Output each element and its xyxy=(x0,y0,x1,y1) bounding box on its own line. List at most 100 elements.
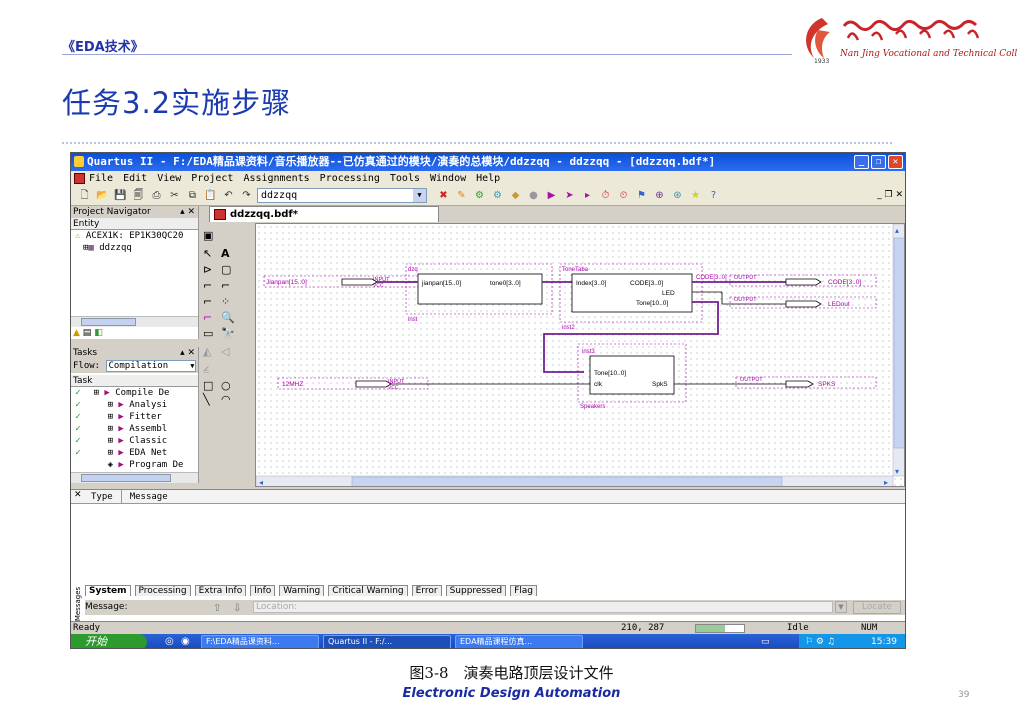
task-row[interactable]: ✓ ⊞ ▶ Analysi xyxy=(71,399,198,411)
output-pin-led[interactable]: OUTPUT LEDout xyxy=(729,296,877,309)
expand-icon[interactable]: ⊞ xyxy=(85,447,113,459)
undo-icon[interactable]: ↶ xyxy=(221,189,236,203)
output-pin-code[interactable]: OUTPUT CODE[3..0] xyxy=(729,274,877,287)
cut-icon[interactable]: ✂ xyxy=(167,189,182,203)
timing-analyzer-icon[interactable]: ⏱ xyxy=(598,189,613,203)
horizontal-scrollbar[interactable] xyxy=(71,472,198,483)
open-folder-icon[interactable]: 📂 xyxy=(95,189,110,203)
quick-launch-browser-icon[interactable]: ◉ xyxy=(181,634,190,648)
help-icon[interactable]: ? xyxy=(706,189,721,203)
document-tab[interactable]: ddzzqq.bdf* xyxy=(209,206,439,222)
expand-icon[interactable]: ⊞ xyxy=(85,423,113,435)
mdi-controls[interactable]: _ ❐ ✕ xyxy=(877,190,903,200)
menu-view[interactable]: View xyxy=(157,171,181,186)
chevron-down-icon[interactable]: ▼ xyxy=(413,189,426,202)
menu-help[interactable]: Help xyxy=(476,171,500,186)
quick-launch-ie-icon[interactable]: ◎ xyxy=(165,634,174,648)
task-row[interactable]: ✓ ⊞ ▶ Compile De xyxy=(71,387,198,399)
new-file-icon[interactable]: 🗋 xyxy=(77,189,92,203)
block-tonetaba[interactable]: ToneTaba Index[3..0] CODE[3..0] LED Tone… xyxy=(559,263,703,331)
simulator-icon[interactable]: ⏲ xyxy=(616,189,631,203)
project-combo[interactable]: ddzzqq ▼ xyxy=(257,188,427,203)
scroll-down-icon[interactable]: ▾ xyxy=(895,467,899,476)
orthogonal-bus-icon[interactable]: ⌐ xyxy=(221,279,230,292)
menu-file[interactable]: File xyxy=(89,171,113,186)
rubberbanding-icon[interactable]: ⁘ xyxy=(221,295,230,308)
assignment-editor-icon[interactable]: ✖ xyxy=(436,189,451,203)
settings-icon[interactable]: ⚙ xyxy=(472,189,487,203)
menu-processing[interactable]: Processing xyxy=(320,171,380,186)
locate-button[interactable]: Locate xyxy=(853,601,901,614)
text-tool-icon[interactable]: A xyxy=(221,247,230,260)
rtl-viewer-icon[interactable]: ⚑ xyxy=(634,189,649,203)
arc-tool-icon[interactable]: ◠ xyxy=(221,393,231,406)
paste-icon[interactable]: 📋 xyxy=(203,189,218,203)
tab-error[interactable]: Error xyxy=(411,585,442,596)
menu-window[interactable]: Window xyxy=(430,171,466,186)
menu-project[interactable]: Project xyxy=(191,171,233,186)
redo-icon[interactable]: ↷ xyxy=(239,189,254,203)
task-row[interactable]: ✓ ⊞ ▶ Assembl xyxy=(71,423,198,435)
hierarchy-tab-icon[interactable]: ▲ xyxy=(73,328,80,338)
previous-message-icon[interactable]: ⇧ xyxy=(213,601,221,616)
tab-processing[interactable]: Processing xyxy=(134,585,191,596)
tray-icons[interactable]: ⚐ ⚙ ♫ xyxy=(805,637,835,647)
entity-row[interactable]: ⊞▦ ddzzqq xyxy=(71,242,198,254)
full-screen-icon[interactable]: ▭ xyxy=(203,327,213,340)
task-row[interactable]: ✓ ⊞ ▶ EDA Net xyxy=(71,447,198,459)
menu-assignments[interactable]: Assignments xyxy=(243,171,309,186)
flip-horizontal-icon[interactable]: ◭ xyxy=(203,345,211,358)
panel-close-icon[interactable]: ✕ xyxy=(74,490,82,500)
schematic-canvas[interactable]: Jianpan[15..0] INPUT VCC dzq jianpan[15.… xyxy=(255,223,905,487)
detach-window-icon[interactable]: ▣ xyxy=(203,229,213,242)
input-pin-clock[interactable]: 12MHZ INPUT VCC xyxy=(277,377,429,391)
scrollbar-thumb[interactable] xyxy=(81,474,171,482)
pin-planner-icon[interactable]: ✎ xyxy=(454,189,469,203)
start-analysis-icon[interactable]: ➤ xyxy=(562,189,577,203)
partial-line-icon[interactable]: ⌐ xyxy=(203,311,212,324)
print-icon[interactable]: ⎙ xyxy=(149,189,164,203)
start-compilation-icon[interactable]: ▶ xyxy=(544,189,559,203)
rotate-icon[interactable]: ⦤ xyxy=(203,361,209,375)
scroll-right-icon[interactable]: ▸ xyxy=(884,478,888,487)
tab-extra-info[interactable]: Extra Info xyxy=(194,585,247,596)
tab-info[interactable]: Info xyxy=(250,585,276,596)
restore-icon[interactable]: ❐ xyxy=(871,155,886,169)
taskbar-item-ppt[interactable]: EDA精品课程仿真... xyxy=(455,635,583,648)
block-speakers[interactable]: inst3 Tone[10..0] clk SpkS Speakers xyxy=(577,343,687,410)
oval-tool-icon[interactable]: ○ xyxy=(221,379,231,392)
scrollbar-thumb[interactable] xyxy=(81,318,136,326)
flip-vertical-icon[interactable]: ◁ xyxy=(221,345,229,358)
taskbar-item-quartus[interactable]: Quartus II - F:/... xyxy=(323,635,451,648)
close-icon[interactable]: ✕ xyxy=(888,155,903,169)
tab-flag[interactable]: Flag xyxy=(510,585,537,596)
find-icon[interactable]: 🔭 xyxy=(221,327,235,340)
tab-suppressed[interactable]: Suppressed xyxy=(445,585,507,596)
chevron-down-icon[interactable]: ▼ xyxy=(835,601,847,613)
programmer-icon[interactable]: ⊕ xyxy=(652,189,667,203)
task-row[interactable]: ✓ ⊞ ▶ Fitter xyxy=(71,411,198,423)
block-tool-icon[interactable]: ▢ xyxy=(221,263,231,276)
minimize-icon[interactable]: _ xyxy=(854,155,869,169)
tab-warning[interactable]: Warning xyxy=(279,585,325,596)
horizontal-scrollbar[interactable] xyxy=(71,316,198,327)
input-method-icon[interactable]: ▭ xyxy=(761,634,770,648)
menu-edit[interactable]: Edit xyxy=(123,171,147,186)
scroll-left-icon[interactable]: ◂ xyxy=(259,478,263,487)
compiler-tool-icon[interactable]: ◆ xyxy=(508,189,523,203)
message-column[interactable]: Message xyxy=(130,490,168,503)
next-message-icon[interactable]: ⇩ xyxy=(233,601,241,616)
vertical-scrollbar-thumb[interactable] xyxy=(893,237,905,449)
files-tab-icon[interactable]: ▤ xyxy=(83,328,92,338)
expand-icon[interactable]: ⊞ xyxy=(85,399,113,411)
horizontal-scrollbar-thumb[interactable] xyxy=(351,476,783,487)
copy-icon[interactable]: ⧉ xyxy=(185,189,200,203)
orthogonal-node-icon[interactable]: ⌐ xyxy=(203,279,212,292)
panel-close-icon[interactable]: ▴ ✕ xyxy=(180,347,195,359)
save-all-icon[interactable]: 🗐 xyxy=(131,189,146,203)
flow-select[interactable]: Compilation ▼ xyxy=(105,359,196,372)
program-icon[interactable]: ◈ xyxy=(85,459,113,471)
expand-icon[interactable]: ⊞ xyxy=(85,435,113,447)
expand-icon[interactable]: ⊞ xyxy=(85,387,99,399)
task-row[interactable]: ◈ ▶ Program De xyxy=(71,459,198,471)
